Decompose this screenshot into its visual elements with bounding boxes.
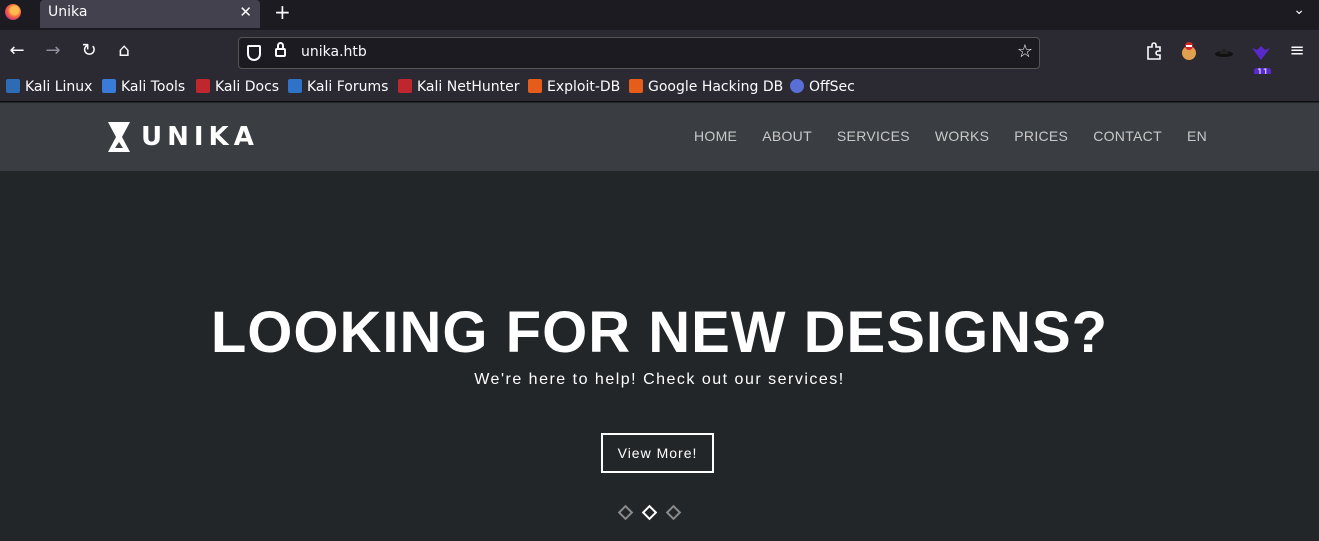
bookmark-kali-docs[interactable]: Kali Docs <box>196 79 279 95</box>
lock-icon[interactable] <box>275 42 286 59</box>
wappalyzer-extension-icon[interactable] <box>1250 42 1272 64</box>
hero-subtitle: We're here to help! Check out our servic… <box>474 371 845 388</box>
list-all-tabs-icon[interactable]: ⌄ <box>1293 2 1305 18</box>
browser-navigation-bar: ← → ↻ ⌂ unika.htb ☆ 11 ≡ <box>0 30 1319 78</box>
nav-services[interactable]: SERVICES <box>837 128 910 144</box>
logo-text: UNIKA <box>141 122 259 152</box>
bookmark-kali-nethunter[interactable]: Kali NetHunter <box>398 79 519 95</box>
nav-language[interactable]: EN <box>1187 128 1207 144</box>
slider-dot-3[interactable] <box>665 504 682 521</box>
bookmark-kali-linux[interactable]: Kali Linux <box>6 79 92 95</box>
ghdb-icon <box>629 79 643 93</box>
exploit-db-icon <box>528 79 542 93</box>
close-tab-icon[interactable]: ✕ <box>239 3 252 21</box>
slider-dot-2[interactable] <box>641 504 658 521</box>
bookmark-star-icon[interactable]: ☆ <box>1017 41 1033 62</box>
app-menu-button[interactable]: ≡ <box>1286 40 1308 62</box>
slider-dots <box>617 504 682 521</box>
nav-contact[interactable]: CONTACT <box>1093 128 1162 144</box>
browser-tab-unika[interactable]: Unika ✕ <box>40 0 260 28</box>
tracking-protection-shield-icon[interactable] <box>247 45 261 61</box>
bookmark-kali-tools[interactable]: Kali Tools <box>102 79 185 95</box>
tab-title: Unika <box>48 4 88 20</box>
extensions-puzzle-icon[interactable] <box>1143 40 1165 62</box>
site-header: UNIKA HOME ABOUT SERVICES WORKS PRICES C… <box>0 103 1319 171</box>
nav-works[interactable]: WORKS <box>935 128 989 144</box>
nav-home[interactable]: HOME <box>694 128 737 144</box>
bookmark-google-hacking-db[interactable]: Google Hacking DB <box>629 79 783 95</box>
kali-tools-icon <box>102 79 116 93</box>
forward-button[interactable]: → <box>42 40 64 62</box>
bookmark-exploit-db[interactable]: Exploit-DB <box>528 79 620 95</box>
foxyproxy-extension-icon[interactable] <box>1178 40 1200 62</box>
firefox-icon <box>5 4 21 20</box>
new-tab-button[interactable]: + <box>274 1 291 23</box>
bookmark-kali-forums[interactable]: Kali Forums <box>288 79 388 95</box>
site-logo[interactable]: UNIKA <box>107 121 259 153</box>
reload-button[interactable]: ↻ <box>78 40 100 62</box>
offsec-icon <box>790 79 804 93</box>
kali-docs-icon <box>196 79 210 93</box>
home-button[interactable]: ⌂ <box>113 40 135 62</box>
kali-dragon-icon <box>6 79 20 93</box>
view-more-button[interactable]: View More! <box>601 433 714 473</box>
browser-tab-strip: Unika ✕ + ⌄ <box>0 0 1319 30</box>
hat-extension-icon[interactable] <box>1213 40 1235 62</box>
bookmarks-toolbar: Kali Linux Kali Tools Kali Docs Kali For… <box>0 74 1319 102</box>
kali-forums-icon <box>288 79 302 93</box>
hourglass-logo-icon <box>108 122 130 152</box>
slider-dot-1[interactable] <box>617 504 634 521</box>
nethunter-icon <box>398 79 412 93</box>
url-bar[interactable]: unika.htb ☆ <box>238 37 1040 69</box>
web-page: UNIKA HOME ABOUT SERVICES WORKS PRICES C… <box>0 103 1319 541</box>
hero-title: LOOKING FOR NEW DESIGNS? <box>210 300 1109 365</box>
back-button[interactable]: ← <box>6 40 28 62</box>
bookmark-offsec[interactable]: OffSec <box>790 79 855 95</box>
url-text[interactable]: unika.htb <box>301 44 367 60</box>
nav-about[interactable]: ABOUT <box>762 128 812 144</box>
site-nav: HOME ABOUT SERVICES WORKS PRICES CONTACT… <box>694 128 1207 144</box>
nav-prices[interactable]: PRICES <box>1014 128 1068 144</box>
